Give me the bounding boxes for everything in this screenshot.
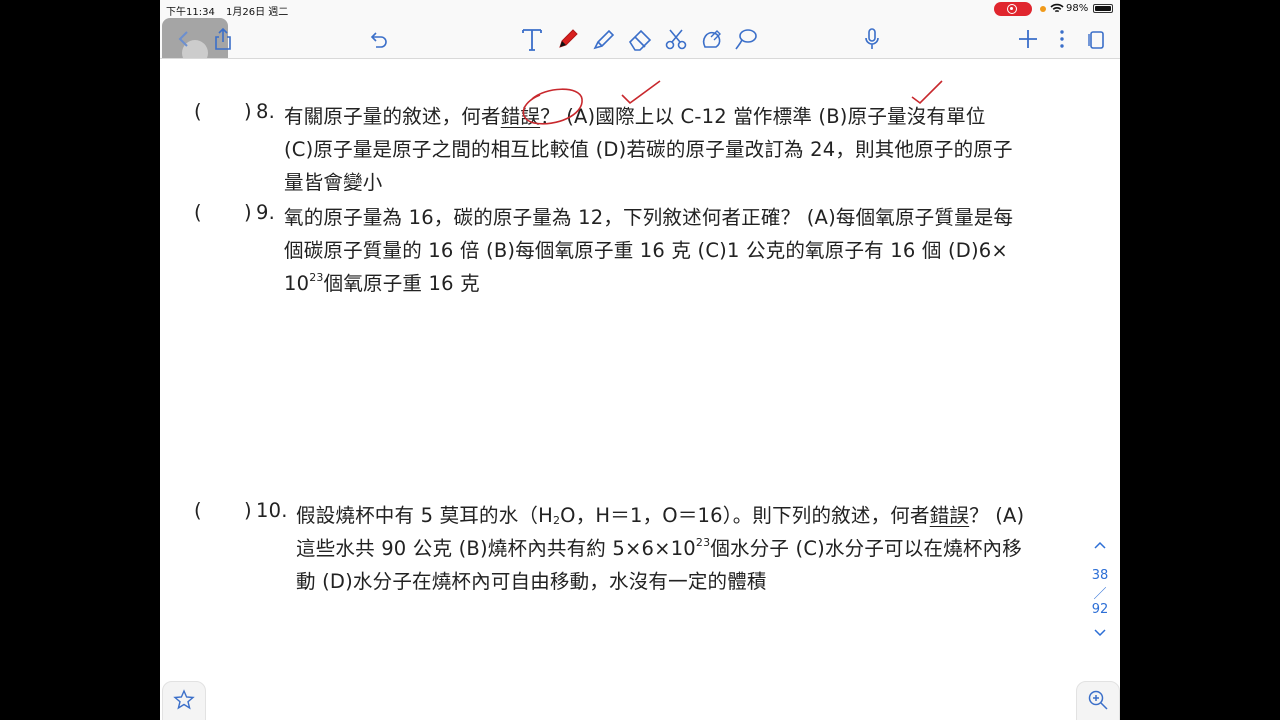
- page-down-icon[interactable]: [1080, 627, 1120, 642]
- add-icon[interactable]: [1014, 25, 1042, 53]
- zoom-in-icon: [1087, 689, 1109, 715]
- zoom-button[interactable]: [1076, 681, 1120, 720]
- page-indicator: 38 ／ 92: [1080, 539, 1120, 642]
- mic-in-use-dot: [1040, 6, 1046, 12]
- emphasis-wrong: 錯誤: [500, 105, 541, 128]
- page-separator: ／: [1093, 587, 1107, 602]
- status-time: 下午11:34: [166, 7, 215, 18]
- question-9-line-1: 氧的原子量為 16，碳的原子量為 12，下列敘述何者正確？ (A)每個氧原子質量…: [284, 206, 1014, 229]
- status-date: 1月26日 週二: [226, 7, 289, 18]
- question-9-line-2: 個碳原子質量的 16 倍 (B)每個氧原子重 16 克 (C)1 公克的氧原子有…: [284, 239, 1008, 262]
- question-10-line-1: 假設燒杯中有 5 莫耳的水（H2O，H＝1，O＝16）。則下列的敘述，何者錯誤？…: [296, 504, 1025, 527]
- answer-paren-open-10[interactable]: (: [194, 499, 202, 522]
- share-icon[interactable]: [210, 25, 238, 53]
- back-icon[interactable]: [170, 25, 198, 53]
- question-number-10: 10.: [256, 499, 288, 522]
- shapes-icon[interactable]: [698, 25, 726, 53]
- microphone-icon[interactable]: [858, 25, 886, 53]
- ipad-screen: 下午11:34 1月26日 週二 98% () 8. 有關原子量的敘述，何者錯…: [160, 0, 1120, 720]
- page-current: 38: [1091, 568, 1109, 583]
- pages-icon[interactable]: [1082, 25, 1110, 53]
- undo-icon[interactable]: [364, 25, 392, 53]
- more-icon[interactable]: [1048, 25, 1076, 53]
- favorite-button[interactable]: [162, 681, 206, 720]
- question-8-line-3: 量皆會變小: [284, 171, 383, 194]
- page-up-icon[interactable]: [1080, 539, 1120, 554]
- screen-recording-indicator[interactable]: [994, 2, 1032, 16]
- toolbar: [160, 18, 1120, 86]
- answer-paren-open-9[interactable]: (: [194, 201, 202, 224]
- eraser-icon[interactable]: [626, 25, 654, 53]
- battery-icon: [1093, 4, 1113, 13]
- answer-paren-open-8[interactable]: (: [194, 100, 202, 123]
- question-10-line-2: 這些水共 90 公克 (B)燒杯內共有約 5×6×1023個水分子 (C)水分子…: [296, 536, 1022, 560]
- lasso-icon[interactable]: [732, 25, 760, 53]
- document-page[interactable]: ( ) 8. 有關原子量的敘述，何者錯誤？ (A)國際上以 C-12 當作標準 …: [160, 58, 1120, 720]
- question-9-line-3: 1023個氧原子重 16 克: [284, 271, 480, 295]
- page-total: 92: [1091, 602, 1109, 617]
- wifi-icon: [1050, 3, 1064, 17]
- answer-paren-close-10: ): [244, 499, 252, 522]
- question-10-line-3: 動 (D)水分子在燒杯內可自由移動，水沒有一定的體積: [296, 570, 767, 593]
- answer-paren-close-8: ): [244, 100, 252, 123]
- battery-percent: 98%: [1066, 3, 1089, 14]
- question-8-line-1: 有關原子量的敘述，何者錯誤？ (A)國際上以 C-12 當作標準 (B)原子量沒…: [284, 105, 986, 128]
- text-tool-icon[interactable]: [518, 25, 546, 53]
- record-icon: [1007, 4, 1017, 14]
- status-bar: 下午11:34 1月26日 週二 98%: [160, 0, 1120, 18]
- highlighter-icon[interactable]: [590, 25, 618, 53]
- pen-icon[interactable]: [554, 25, 582, 53]
- star-icon: [173, 689, 195, 715]
- question-8-line-2: (C)原子量是原子之間的相互比較值 (D)若碳的原子量改訂為 24，則其他原子的…: [284, 138, 1013, 161]
- scissors-icon[interactable]: [662, 25, 690, 53]
- answer-paren-close-9: ): [244, 201, 252, 224]
- question-number-9: 9.: [256, 201, 276, 224]
- emphasis-wrong: 錯誤: [929, 504, 970, 527]
- question-number-8: 8.: [256, 100, 276, 123]
